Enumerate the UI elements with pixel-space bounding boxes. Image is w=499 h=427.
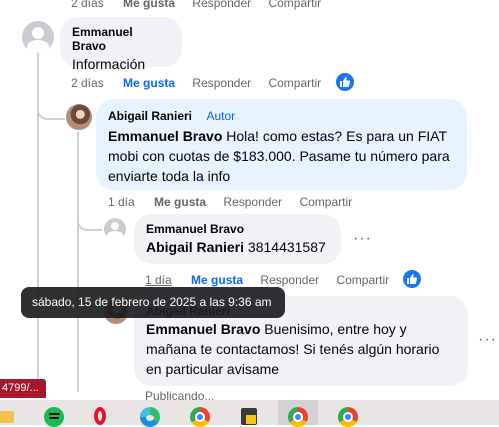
comment-author[interactable]: Emmanuel Bravo [72,25,170,53]
mention-link[interactable]: Abigail Ranieri [146,239,244,255]
thread-branch-nested [77,207,102,231]
share-button[interactable]: Compartir [336,273,389,287]
opera-icon[interactable] [92,407,112,427]
timestamp-tooltip: sábado, 15 de febrero de 2025 a las 9:36… [21,287,285,318]
mention-link[interactable]: Emmanuel Bravo [108,128,222,144]
avatar[interactable] [22,21,54,53]
mention-link[interactable]: Emmanuel Bravo [146,321,260,337]
comment-actions: 2 días Me gusta Responder Compartir [71,76,335,90]
timestamp[interactable]: 1 día [145,273,172,287]
comment-bubble: Emmanuel Bravo Información [60,17,182,72]
timestamp[interactable]: 2 días [71,76,104,90]
comment-actions: 1 día Me gusta Responder Compartir [145,273,403,287]
reply-button[interactable]: Responder [260,273,319,287]
avatar[interactable] [104,218,126,240]
timestamp[interactable]: 2 días [71,0,104,10]
comment-actions: 1 día Me gusta Responder Compartir [108,195,366,209]
comment-actions-top: 2 días Me gusta Responder Compartir [71,0,335,10]
reply-button[interactable]: Responder [192,76,251,90]
comment-bubble: Emmanuel Bravo Abigail Ranieri 381443158… [134,214,341,264]
comment-text: Abigail Ranieri 3814431587 [146,237,329,257]
spotify-icon[interactable] [44,407,64,427]
share-button[interactable]: Compartir [268,76,321,90]
notes-icon[interactable] [240,407,260,427]
edge-icon[interactable] [140,407,160,427]
chrome-icon[interactable] [288,407,308,427]
comment-text: Emmanuel Bravo Hola! como estas? Es para… [108,126,455,186]
folder-icon[interactable] [0,407,20,427]
like-button[interactable]: Me gusta [123,76,175,90]
comment-text: Emmanuel Bravo Buenisimo, entre hoy y ma… [146,319,456,379]
reply-button[interactable]: Responder [223,195,282,209]
comment-author[interactable]: Emmanuel Bravo [146,222,329,236]
chrome-icon[interactable] [190,407,210,427]
timestamp[interactable]: 1 día [108,195,135,209]
comment-body: 3814431587 [247,239,326,255]
like-button[interactable]: Me gusta [123,0,175,10]
more-options-button[interactable]: ··· [353,230,372,248]
avatar[interactable] [66,104,92,130]
author-badge: Autor [206,109,236,123]
like-reaction-icon[interactable] [401,268,423,290]
share-button[interactable]: Compartir [268,0,321,10]
like-reaction-icon[interactable] [334,71,356,93]
comment-author[interactable]: Abigail Ranieri [108,109,192,123]
like-button[interactable]: Me gusta [191,273,243,287]
thread-branch-reply [37,92,65,120]
comment-text: Información [72,56,146,72]
taskbar [0,400,499,427]
reply-button[interactable]: Responder [192,0,251,10]
like-button[interactable]: Me gusta [154,195,206,209]
chrome-icon[interactable] [338,407,358,427]
status-url: 4799/... [0,379,46,398]
more-options-button[interactable]: ··· [478,331,497,349]
share-button[interactable]: Compartir [299,195,352,209]
thread-line-reply [77,132,79,392]
comment-bubble-highlighted: Abigail Ranieri Autor Emmanuel Bravo Hol… [96,99,467,190]
